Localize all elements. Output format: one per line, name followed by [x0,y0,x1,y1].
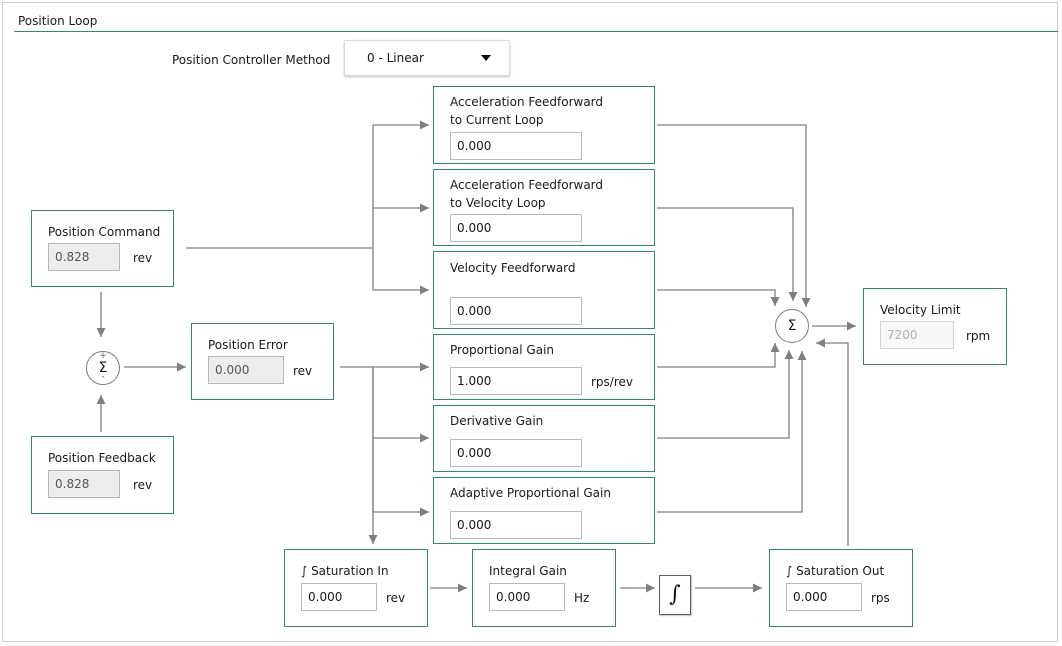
velocity-ff-input[interactable]: 0.000 [450,297,582,325]
block-label: Proportional Gain [450,343,555,357]
velocity-limit-input[interactable]: 7200 [880,321,954,349]
block-position-command: Position Command 0.828 rev [31,210,174,287]
block-accel-ff-current: Acceleration Feedforward to Current Loop… [433,86,655,164]
method-dropdown[interactable]: 0 - Linear [344,40,510,76]
adaptive-gain-input[interactable]: 0.000 [450,511,582,539]
block-integral-gain: Integral Gain 0.000 Hz [472,549,616,627]
method-selected-value: 0 - Linear [367,51,424,65]
proportional-gain-unit: rps/rev [591,375,633,389]
position-error-unit: rev [293,364,313,378]
block-label: ∫ Saturation In [301,564,389,578]
block-derivative-gain: Derivative Gain 0.000 [433,405,655,472]
position-command-unit: rev [133,251,153,265]
block-saturation-in: ∫ Saturation In 0.000 rev [284,549,428,627]
block-label: ∫ Saturation Out [786,564,885,578]
integral-symbol: ∫ [669,582,681,607]
block-position-feedback: Position Feedback 0.828 rev [31,436,174,514]
method-label: Position Controller Method [172,53,331,67]
block-accel-ff-velocity: Acceleration Feedforward to Velocity Loo… [433,169,655,246]
block-proportional-gain: Proportional Gain 1.000 rps/rev [433,334,655,400]
position-feedback-unit: rev [133,478,153,492]
output-summing-junction: Σ [775,309,809,343]
block-label: Velocity Feedforward [450,261,576,275]
position-error-value: 0.000 [208,356,284,384]
derivative-gain-input[interactable]: 0.000 [450,439,582,467]
integral-gain-unit: Hz [574,591,590,605]
accel-ff-current-input[interactable]: 0.000 [450,132,582,160]
position-feedback-value: 0.828 [48,470,120,498]
block-velocity-ff: Velocity Feedforward 0.000 [433,251,655,329]
velocity-limit-unit: rpm [966,329,991,343]
accel-ff-velocity-input[interactable]: 0.000 [450,214,582,242]
block-label: Derivative Gain [450,414,544,428]
error-summing-junction: + Σ - [86,351,120,385]
proportional-gain-input[interactable]: 1.000 [450,367,582,395]
chevron-down-icon [481,55,491,61]
block-label: Acceleration Feedforward to Current Loop [450,95,604,127]
saturation-in-input[interactable]: 0.000 [301,583,377,611]
integral-icon: ∫ [659,575,691,615]
saturation-out-input[interactable]: 0.000 [786,583,862,611]
block-label: Position Feedback [48,451,156,465]
block-label: Acceleration Feedforward to Velocity Loo… [450,178,604,210]
block-position-error: Position Error 0.000 rev [191,323,334,400]
sigma-icon: Σ [787,318,797,334]
minus-sign: - [101,372,105,382]
block-label: Position Error [208,338,288,352]
block-label: Velocity Limit [880,303,961,317]
block-saturation-out: ∫ Saturation Out 0.000 rps [769,549,913,627]
saturation-out-unit: rps [871,591,890,605]
block-adaptive-gain: Adaptive Proportional Gain 0.000 [433,477,655,544]
integral-gain-input[interactable]: 0.000 [489,583,565,611]
position-command-value: 0.828 [48,243,120,271]
block-label: Integral Gain [489,564,567,578]
block-velocity-limit: Velocity Limit 7200 rpm [863,288,1007,365]
block-label: Adaptive Proportional Gain [450,486,611,500]
block-label: Position Command [48,225,161,239]
saturation-in-unit: rev [386,591,406,605]
